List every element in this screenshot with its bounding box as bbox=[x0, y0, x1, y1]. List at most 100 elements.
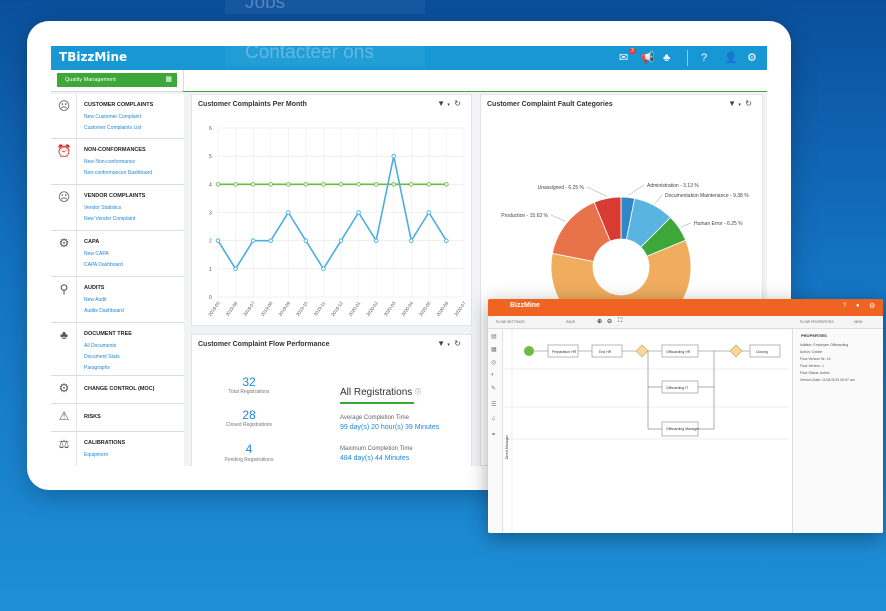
sidebar-link[interactable]: Equipment bbox=[84, 452, 108, 458]
user-icon[interactable]: ● bbox=[856, 303, 860, 309]
data-point[interactable] bbox=[303, 182, 309, 187]
megaphone-icon[interactable]: 📢 bbox=[641, 51, 655, 65]
data-point[interactable] bbox=[409, 182, 414, 187]
flow-editor-logo[interactable]: BizzMine bbox=[510, 302, 540, 309]
save-button[interactable]: SAVE bbox=[566, 320, 575, 324]
warning-icon: ⚠ bbox=[58, 409, 70, 423]
sidebar-group-title[interactable]: CAPA bbox=[84, 239, 99, 245]
data-point[interactable] bbox=[444, 238, 449, 243]
sidebar-link[interactable]: Non-conformances Dashboard bbox=[84, 170, 152, 176]
filter-icon[interactable]: ▼ bbox=[437, 339, 445, 348]
data-point[interactable] bbox=[338, 182, 344, 187]
start-node[interactable] bbox=[524, 346, 534, 356]
sidebar-group-title[interactable]: CHANGE CONTROL (MOC) bbox=[84, 386, 154, 392]
globe-icon[interactable]: ◎ bbox=[491, 359, 496, 366]
gear-icon[interactable]: ⚙ bbox=[869, 302, 875, 310]
new-button[interactable]: NEW bbox=[854, 320, 862, 324]
data-point[interactable] bbox=[391, 153, 396, 159]
data-point[interactable] bbox=[338, 238, 344, 243]
data-point[interactable] bbox=[409, 238, 414, 243]
flow-canvas[interactable]: Direct Manager Preparation HR End HR Off… bbox=[504, 328, 789, 533]
y-tick-label: 3 bbox=[209, 211, 212, 217]
sidebar-link[interactable]: Customer Complaints List bbox=[84, 125, 141, 131]
gateway-node[interactable] bbox=[729, 344, 743, 358]
list-icon[interactable]: ☰ bbox=[491, 401, 496, 408]
y-tick-label: 5 bbox=[209, 154, 212, 160]
info-icon[interactable]: ⓘ bbox=[415, 390, 421, 396]
all-registrations-title[interactable]: All Registrations ⓘ bbox=[340, 387, 421, 398]
data-point[interactable] bbox=[391, 182, 396, 187]
sidebar-link[interactable]: Paragraphs bbox=[84, 365, 110, 371]
sidebar-group: ☹ VENDOR COMPLAINTS Vendor Statistics New V… bbox=[51, 185, 184, 231]
sidebar-link[interactable]: New Vendor Complaint bbox=[84, 216, 135, 222]
y-tick-label: 0 bbox=[209, 295, 212, 301]
data-point[interactable] bbox=[215, 182, 221, 187]
chevron-down-icon[interactable]: ▾ bbox=[447, 342, 450, 348]
bg-link-contact[interactable]: Contacteer ons bbox=[225, 40, 425, 66]
data-point[interactable] bbox=[444, 182, 449, 187]
data-point[interactable] bbox=[321, 182, 326, 187]
help-icon[interactable]: ? bbox=[701, 51, 707, 65]
data-point[interactable] bbox=[268, 238, 273, 243]
sidebar-group-title[interactable]: NON-CONFORMANCES bbox=[84, 147, 146, 153]
sidebar-group-title[interactable]: RISKS bbox=[84, 414, 101, 420]
stat-pending-value: 4 bbox=[245, 442, 253, 456]
data-point[interactable] bbox=[233, 266, 238, 272]
sidebar-link[interactable]: New Customer Complaint bbox=[84, 114, 141, 120]
module-select-button[interactable]: Quality Management ▦ bbox=[57, 73, 177, 87]
app-logo[interactable]: TBizzMine bbox=[59, 50, 127, 64]
data-point[interactable] bbox=[233, 182, 238, 187]
data-point[interactable] bbox=[426, 210, 432, 215]
stat-total-value: 32 bbox=[242, 375, 256, 389]
sidebar-link[interactable]: Audits Dashboard bbox=[84, 308, 124, 314]
zoom-out-icon[interactable]: ⊖ bbox=[607, 318, 612, 325]
mail-icon[interactable]: ✉ bbox=[619, 51, 628, 65]
refresh-icon[interactable]: ↻ bbox=[454, 339, 461, 348]
sidebar-link[interactable]: CAPA Dashboard bbox=[84, 262, 123, 268]
data-point[interactable] bbox=[426, 182, 432, 187]
sidebar-divider bbox=[76, 323, 77, 375]
sidebar-link[interactable]: New Audit bbox=[84, 297, 107, 303]
sidebar-divider bbox=[76, 432, 77, 466]
gear-icon[interactable]: ⚙ bbox=[747, 51, 757, 65]
grid-icon[interactable]: ▦ bbox=[491, 346, 497, 353]
data-point[interactable] bbox=[356, 210, 361, 215]
sidebar-group-title[interactable]: CALIBRATIONS bbox=[84, 440, 125, 446]
gateway-node[interactable] bbox=[635, 344, 649, 358]
sidebar-group-title[interactable]: DOCUMENT TREE bbox=[84, 331, 132, 337]
data-point[interactable] bbox=[321, 266, 326, 272]
sidebar-link[interactable]: New Non-conformance bbox=[84, 159, 135, 165]
help-icon[interactable]: ? bbox=[843, 303, 846, 309]
data-point[interactable] bbox=[373, 182, 379, 187]
bell-icon[interactable]: ♫ bbox=[491, 416, 496, 422]
sidebar-group-title[interactable]: VENDOR COMPLAINTS bbox=[84, 193, 145, 199]
fit-icon[interactable]: ⛶ bbox=[618, 318, 622, 325]
sidebar-link[interactable]: All Documents bbox=[84, 343, 116, 349]
data-point[interactable] bbox=[268, 182, 273, 187]
tree-icon[interactable]: ♣ bbox=[663, 51, 670, 65]
sidebar-link[interactable]: Document Stats bbox=[84, 354, 120, 360]
data-point[interactable] bbox=[373, 238, 379, 243]
data-point[interactable] bbox=[356, 182, 361, 187]
data-point[interactable] bbox=[286, 210, 291, 215]
document-icon[interactable]: ▤ bbox=[491, 333, 497, 340]
data-point[interactable] bbox=[286, 182, 291, 187]
data-point[interactable] bbox=[250, 182, 256, 187]
avg-completion-label: Average Completion Time bbox=[340, 415, 409, 421]
zoom-in-icon[interactable]: ⊕ bbox=[597, 318, 602, 325]
flow-settings-button[interactable]: FLOW SETTINGS bbox=[496, 320, 525, 324]
data-point[interactable] bbox=[250, 238, 256, 243]
sidebar-link[interactable]: New CAPA bbox=[84, 251, 109, 257]
sidebar-group-title[interactable]: AUDITS bbox=[84, 285, 104, 291]
sidebar-link[interactable]: Vendor Statistics bbox=[84, 205, 121, 211]
link-icon[interactable]: ⚭ bbox=[491, 431, 496, 438]
sidebar-group-title[interactable]: CUSTOMER COMPLAINTS bbox=[84, 102, 153, 108]
bg-link-jobs[interactable]: Jobs bbox=[225, 0, 425, 14]
user-icon[interactable]: 👤 bbox=[724, 51, 738, 65]
palette-icon[interactable]: ◐ bbox=[491, 372, 495, 378]
node-label: End HR bbox=[599, 350, 612, 354]
flow-properties-button[interactable]: FLOW PROPERTIES bbox=[800, 320, 834, 324]
tools-icon[interactable]: ✎ bbox=[491, 385, 496, 392]
data-point[interactable] bbox=[215, 238, 221, 243]
data-point[interactable] bbox=[303, 238, 309, 243]
